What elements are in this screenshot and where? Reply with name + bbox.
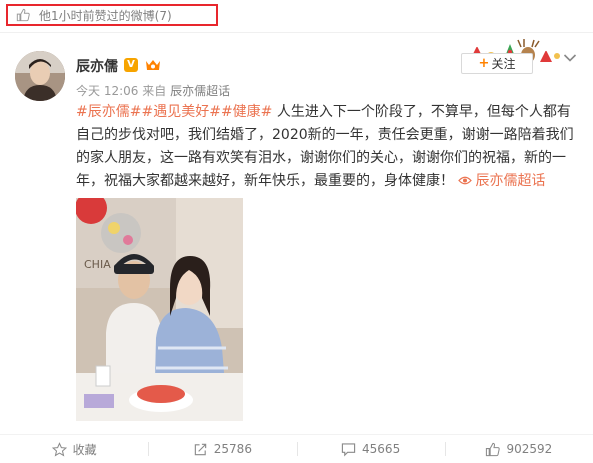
weibo-page: 他1小时前赞过的微博(7) 辰亦儒 V 今天 12:06 来自 辰亦儒超话 + … bbox=[0, 0, 593, 463]
couple-photo-image: CHIA bbox=[76, 198, 243, 421]
repost-icon bbox=[194, 443, 206, 455]
follow-label: 关注 bbox=[491, 57, 516, 71]
chevron-down-icon[interactable] bbox=[563, 53, 577, 63]
svg-text:CHIA: CHIA bbox=[84, 258, 111, 271]
thumb-up-icon bbox=[486, 442, 501, 456]
thumb-up-icon bbox=[16, 8, 30, 22]
avatar-image bbox=[15, 51, 65, 101]
post-source[interactable]: 辰亦儒超话 bbox=[170, 84, 230, 98]
liked-by-banner[interactable]: 他1小时前赞过的微博(7) bbox=[6, 4, 218, 26]
action-bar: 收藏 25786 45665 902592 bbox=[0, 435, 593, 463]
divider bbox=[0, 32, 593, 33]
repost-count: 25786 bbox=[213, 442, 252, 456]
favorite-label: 收藏 bbox=[72, 442, 97, 457]
like-count: 902592 bbox=[506, 442, 553, 456]
from-label: 来自 bbox=[142, 84, 167, 98]
hashtag-link[interactable]: #遇见美好# bbox=[141, 104, 220, 120]
star-icon bbox=[51, 441, 67, 456]
post-body: #辰亦儒##遇见美好##健康# 人生进入下一个阶段了，不算早，但每个人都有自己的… bbox=[76, 101, 584, 193]
comment-count: 45665 bbox=[362, 442, 401, 456]
post-meta: 今天 12:06 来自 辰亦儒超话 bbox=[76, 82, 230, 99]
plus-icon: + bbox=[478, 56, 490, 71]
super-topic-label: 辰亦儒超话 bbox=[475, 173, 546, 189]
verified-badge-icon: V bbox=[124, 58, 138, 72]
comment-icon bbox=[341, 442, 356, 456]
repost-button[interactable]: 25786 bbox=[148, 435, 296, 463]
post-photo[interactable]: CHIA bbox=[76, 198, 243, 421]
super-topic-link[interactable]: 辰亦儒超话 bbox=[458, 173, 545, 189]
favorite-button[interactable]: 收藏 bbox=[0, 435, 148, 463]
comment-button[interactable]: 45665 bbox=[296, 435, 445, 463]
author-name[interactable]: 辰亦儒 bbox=[76, 56, 118, 76]
vip-member-icon[interactable] bbox=[144, 58, 162, 72]
avatar[interactable] bbox=[15, 51, 65, 101]
super-topic-icon bbox=[458, 176, 473, 185]
follow-button[interactable]: + 关注 bbox=[461, 53, 533, 74]
post-time[interactable]: 今天 12:06 bbox=[76, 84, 138, 98]
hashtag-link[interactable]: #健康# bbox=[221, 104, 272, 120]
like-button[interactable]: 902592 bbox=[444, 435, 593, 463]
liked-by-text: 他1小时前赞过的微博(7) bbox=[39, 8, 172, 23]
hashtag-link[interactable]: #辰亦儒# bbox=[76, 104, 141, 120]
